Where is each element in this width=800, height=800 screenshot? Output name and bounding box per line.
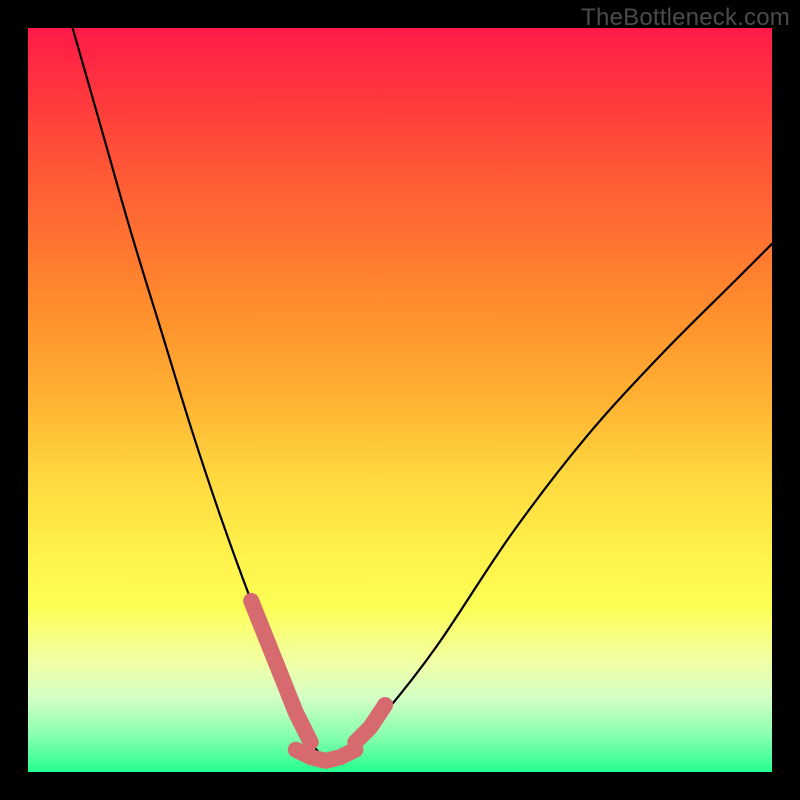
highlight-right [355,705,385,742]
chart-frame: TheBottleneck.com [0,0,800,800]
curve-svg [28,28,772,772]
plot-area [28,28,772,772]
bottleneck-curve [73,28,772,759]
watermark-text: TheBottleneck.com [581,4,790,32]
highlight-floor [296,750,356,761]
highlight-left [251,601,311,742]
